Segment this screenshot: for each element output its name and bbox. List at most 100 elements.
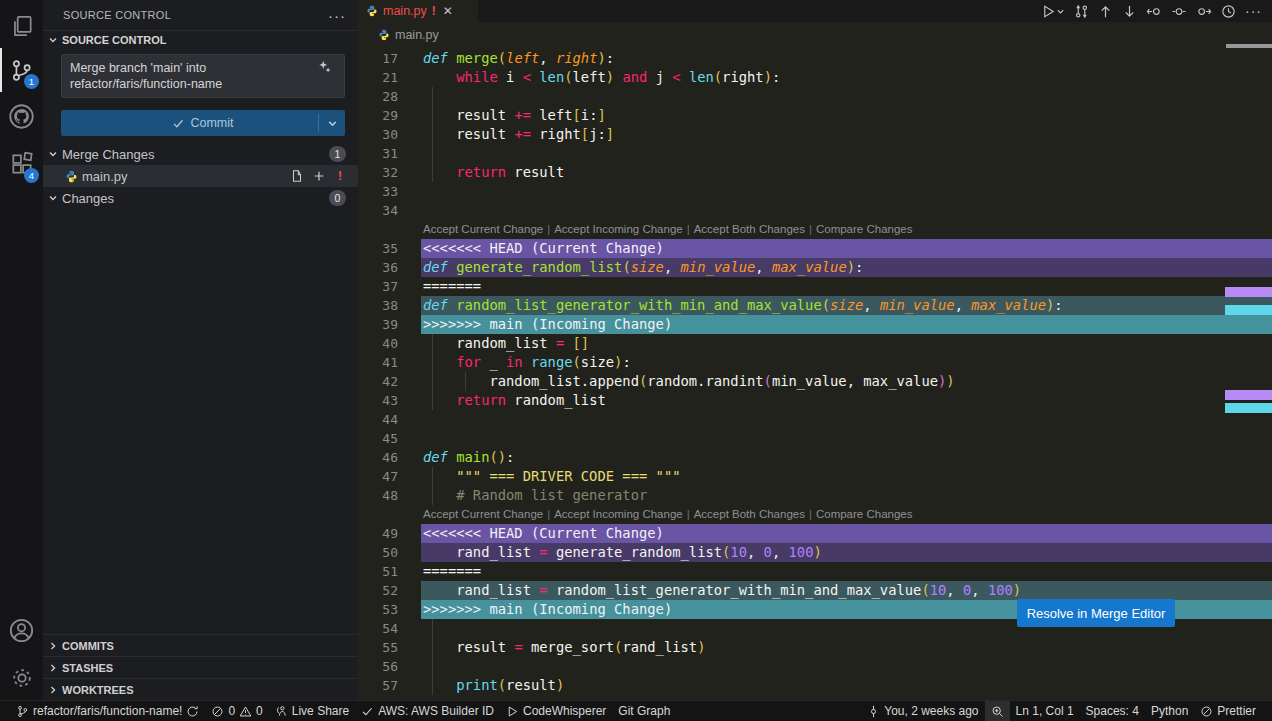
explorer-icon[interactable] <box>0 4 43 48</box>
file-name: main.py <box>82 169 286 184</box>
code-line-21: 21while i < len(left) and j < len(right)… <box>358 68 1272 87</box>
accept-current-change-link[interactable]: Accept Current Change <box>423 223 543 235</box>
timeline-icon[interactable] <box>1221 4 1236 19</box>
commits-section[interactable]: COMMITS <box>43 634 358 656</box>
compare-changes-link[interactable]: Compare Changes <box>816 508 913 520</box>
formatter-indicator[interactable]: Prettier <box>1194 701 1262 721</box>
worktrees-section[interactable]: WORKTREES <box>43 678 358 700</box>
open-file-icon[interactable] <box>290 169 304 183</box>
tab-close-icon[interactable]: ✕ <box>443 4 453 18</box>
sync-icon[interactable] <box>186 705 199 718</box>
code-line-49: 49<<<<<<< HEAD (Current Change) <box>358 524 1272 543</box>
overview-ruler-mark <box>1225 305 1272 315</box>
code-line-17: 17def merge(left, right): <box>358 49 1272 68</box>
accept-both-changes-link[interactable]: Accept Both Changes <box>694 508 805 520</box>
conflict-marker-icon[interactable] <box>1171 4 1187 19</box>
stashes-label: STASHES <box>62 662 346 674</box>
scrollbar-thumb[interactable] <box>1226 44 1272 48</box>
overview-ruler-mark <box>1225 390 1272 400</box>
codewhisperer-button[interactable]: CodeWhisperer <box>500 701 612 721</box>
accept-current-change-link[interactable]: Accept Current Change <box>423 508 543 520</box>
extensions-icon[interactable]: 4 <box>0 142 43 186</box>
breadcrumb[interactable]: main.py <box>358 22 1272 48</box>
line-number: 31 <box>358 144 398 163</box>
git-blame-indicator[interactable]: You, 2 weeks ago <box>861 701 984 721</box>
conflict-status-indicator: ! <box>334 169 346 183</box>
tab-error-indicator: ! <box>432 4 436 18</box>
editor-group: main.py ! ✕ ··· main.py 17def merge(left… <box>358 0 1272 700</box>
commit-message-input[interactable]: Merge branch 'main' into refactor/faris/… <box>61 54 345 98</box>
accept-both-changes-link[interactable]: Accept Both Changes <box>694 223 805 235</box>
code-line-32: 32return result <box>358 163 1272 182</box>
next-change-icon[interactable] <box>1122 4 1137 19</box>
accept-incoming-change-link[interactable]: Accept Incoming Change <box>554 223 683 235</box>
commit-button-divider <box>318 114 319 132</box>
account-icon[interactable] <box>0 608 43 652</box>
code-line-33: 33 <box>358 182 1272 201</box>
overview-ruler-mark <box>1225 403 1272 413</box>
accept-incoming-change-link[interactable]: Accept Incoming Change <box>554 508 683 520</box>
tab-main-py[interactable]: main.py ! ✕ <box>358 0 478 22</box>
line-number: 39 <box>358 315 398 334</box>
file-row-main-py[interactable]: main.py ! <box>43 165 358 187</box>
code-line-50: 50rand_list = generate_random_list(10, 0… <box>358 543 1272 562</box>
sidebar-title-row: SOURCE CONTROL ··· <box>43 0 358 30</box>
indentation-indicator[interactable]: Spaces: 4 <box>1080 701 1145 721</box>
line-number: 42 <box>358 372 398 391</box>
more-actions-icon[interactable]: ··· <box>328 7 346 24</box>
line-number: 57 <box>358 676 398 695</box>
aws-builder-id-button[interactable]: AWS: AWS Builder ID <box>355 701 500 721</box>
code-line-36: 36def generate_random_list(size, min_val… <box>358 258 1272 277</box>
code-line-55: 55result = merge_sort(rand_list) <box>358 638 1272 657</box>
settings-gear-icon[interactable] <box>0 656 43 700</box>
changes-section[interactable]: Changes 0 <box>43 187 358 209</box>
resolve-in-merge-editor-button[interactable]: Resolve in Merge Editor <box>1017 599 1175 627</box>
editor-actions: ··· <box>1041 0 1272 22</box>
sidebar-source-control: SOURCE CONTROL ··· SOURCE CONTROL Merge … <box>43 0 358 700</box>
github-icon[interactable] <box>0 94 43 138</box>
code-line-37: 37======= <box>358 277 1272 296</box>
zoom-indicator[interactable] <box>985 701 1010 721</box>
resolve-button-label: Resolve in Merge Editor <box>1027 606 1166 621</box>
more-actions-icon[interactable]: ··· <box>1245 3 1262 19</box>
code-line-30: 30result += right[j:] <box>358 125 1272 144</box>
commit-dropdown-icon[interactable] <box>327 118 338 132</box>
code-line-29: 29result += left[i:] <box>358 106 1272 125</box>
merge-changes-section[interactable]: Merge Changes 1 <box>43 143 358 165</box>
source-control-section-header[interactable]: SOURCE CONTROL <box>43 30 358 48</box>
active-view-indicator <box>0 48 2 92</box>
aws-label: AWS: AWS Builder ID <box>378 704 494 718</box>
stage-changes-icon[interactable] <box>312 169 326 183</box>
line-number: 51 <box>358 562 398 581</box>
commit-message-line1: Merge branch 'main' into <box>70 60 320 76</box>
language-label: Python <box>1151 704 1188 718</box>
problems-indicator[interactable]: 0 0 <box>205 701 268 721</box>
line-number: 17 <box>358 49 398 68</box>
next-conflict-icon[interactable] <box>1196 4 1212 19</box>
copilot-sparkle-icon[interactable] <box>318 60 332 78</box>
previous-change-icon[interactable] <box>1098 4 1113 19</box>
source-control-icon[interactable]: 1 <box>0 48 43 92</box>
code-line-57: 57print(result) <box>358 676 1272 695</box>
code-line-42: 42random_list.append(random.randint(min_… <box>358 372 1272 391</box>
compare-changes-link[interactable]: Compare Changes <box>816 223 913 235</box>
branch-indicator[interactable]: refactor/faris/function-name! <box>10 701 205 721</box>
line-number: 37 <box>358 277 398 296</box>
previous-conflict-icon[interactable] <box>1146 4 1162 19</box>
open-changes-icon[interactable] <box>1074 4 1089 19</box>
git-graph-button[interactable]: Git Graph <box>612 701 676 721</box>
cursor-position-indicator[interactable]: Ln 1, Col 1 <box>1010 701 1080 721</box>
line-number: 46 <box>358 448 398 467</box>
line-number: 40 <box>358 334 398 353</box>
commit-button[interactable]: Commit <box>61 110 345 136</box>
line-number: 38 <box>358 296 398 315</box>
line-number: 44 <box>358 410 398 429</box>
code-line-51: 51======= <box>358 562 1272 581</box>
code-line-31: 31 <box>358 144 1272 163</box>
error-count: 0 <box>228 704 235 718</box>
live-share-button[interactable]: Live Share <box>269 701 355 721</box>
run-python-file-icon[interactable] <box>1041 4 1065 19</box>
language-mode-indicator[interactable]: Python <box>1145 701 1194 721</box>
stashes-section[interactable]: STASHES <box>43 656 358 678</box>
blame-label: You, 2 weeks ago <box>884 704 978 718</box>
